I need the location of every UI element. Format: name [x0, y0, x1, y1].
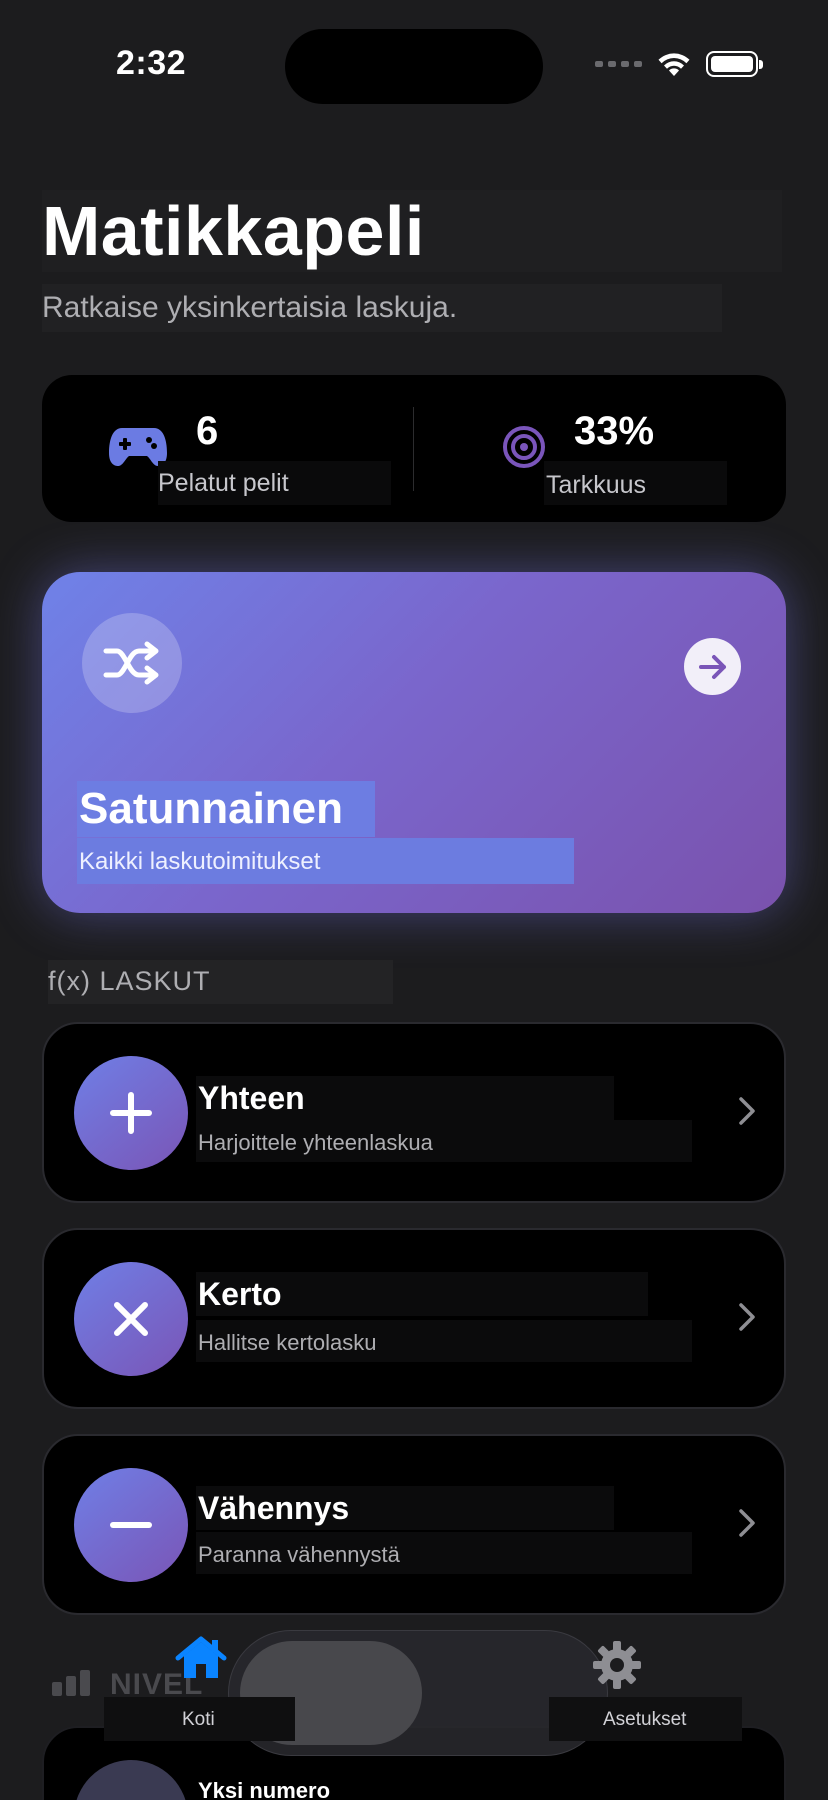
status-time: 2:32 [116, 44, 187, 82]
accuracy-value: 33% [574, 409, 655, 453]
level-icon [74, 1760, 188, 1800]
operation-title: Yhteen [198, 1080, 305, 1116]
operation-card-subtraction[interactable]: Vähennys Paranna vähennystä [42, 1434, 786, 1615]
cellular-signal-icon [595, 61, 642, 67]
random-mode-subtitle: Kaikki laskutoimitukset [79, 848, 321, 875]
accuracy-label: Tarkkuus [546, 471, 647, 499]
multiply-icon [74, 1262, 188, 1376]
target-icon [502, 425, 546, 474]
home-screen: 2:32 Matikkapeli Ratkaise yksinkertaisia… [0, 0, 828, 1800]
page-title: Matikkapeli [42, 190, 782, 272]
random-mode-card[interactable]: Satunnainen Kaikki laskutoimitukset [42, 572, 786, 913]
random-mode-title: Satunnainen [79, 784, 344, 833]
operation-title: Kerto [198, 1276, 282, 1312]
gear-icon[interactable] [592, 1640, 642, 1695]
chevron-right-icon [738, 1302, 756, 1337]
plus-icon [74, 1056, 188, 1170]
minus-icon [74, 1468, 188, 1582]
chart-bars-icon [52, 1670, 90, 1696]
arrow-right-icon[interactable] [684, 638, 741, 695]
battery-icon [706, 51, 763, 77]
games-played-value: 6 [196, 409, 219, 453]
section-header-operations: f(x) LASKUT [48, 966, 211, 996]
dynamic-island [285, 29, 543, 104]
games-played-label: Pelatut pelit [158, 469, 289, 497]
operation-title: Vähennys [198, 1490, 350, 1526]
wifi-icon [656, 50, 692, 78]
operation-subtitle: Harjoittele yhteenlaskua [198, 1130, 433, 1155]
tab-settings[interactable]: Asetukset [603, 1709, 686, 1731]
operation-card-multiplication[interactable]: Kerto Hallitse kertolasku [42, 1228, 786, 1409]
stats-card: 6 Pelatut pelit 33% Tarkkuus [42, 375, 786, 522]
chevron-right-icon [738, 1508, 756, 1543]
status-indicators [595, 50, 763, 78]
operation-subtitle: Paranna vähennystä [198, 1542, 400, 1567]
house-icon[interactable] [174, 1636, 228, 1687]
page-subtitle: Ratkaise yksinkertaisia laskuja. [42, 284, 722, 332]
chevron-right-icon [738, 1096, 756, 1131]
operation-card-addition[interactable]: Yhteen Harjoittele yhteenlaskua [42, 1022, 786, 1203]
tab-home[interactable]: Koti [182, 1709, 215, 1731]
stats-divider [413, 407, 414, 491]
level-title: Yksi numero [198, 1778, 331, 1800]
operation-subtitle: Hallitse kertolasku [198, 1330, 377, 1355]
shuffle-icon [82, 613, 182, 713]
